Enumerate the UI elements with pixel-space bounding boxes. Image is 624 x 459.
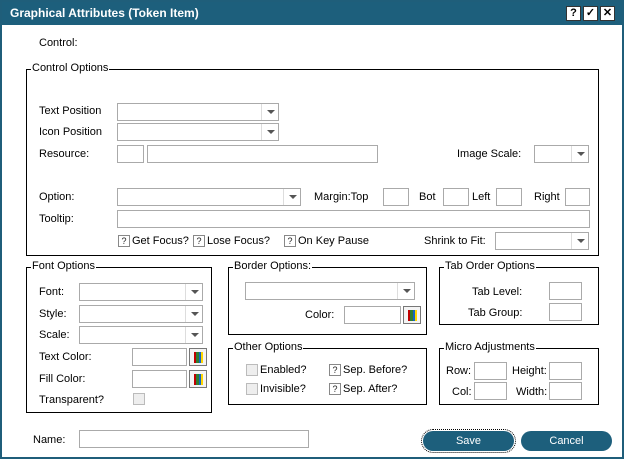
margin-right-label: Right <box>534 191 560 203</box>
enabled-label: Enabled? <box>260 364 307 376</box>
chevron-down-icon <box>267 110 275 114</box>
tooltip-label: Tooltip: <box>39 213 74 225</box>
border-color-picker-button[interactable] <box>403 306 421 324</box>
tab-group-field[interactable] <box>549 303 582 321</box>
height-label: Height: <box>512 365 547 377</box>
style-dropdown[interactable] <box>79 305 203 323</box>
tab-level-label: Tab Level: <box>472 286 523 298</box>
sep-before-label: Sep. Before? <box>343 364 408 376</box>
chevron-down-icon <box>267 130 275 134</box>
col-field[interactable] <box>474 382 507 400</box>
chevron-down-icon <box>577 152 585 156</box>
icon-position-dropdown[interactable] <box>117 123 279 141</box>
margin-right-field[interactable] <box>565 188 590 206</box>
color-palette-icon <box>194 374 203 385</box>
window-title: Graphical Attributes (Token Item) <box>10 6 199 20</box>
save-button[interactable]: Save <box>421 429 516 453</box>
invisible-label: Invisible? <box>260 383 306 395</box>
chevron-down-icon <box>403 289 411 293</box>
margin-left-field[interactable] <box>496 188 522 206</box>
text-position-dropdown[interactable] <box>117 103 279 121</box>
chevron-down-icon <box>191 290 199 294</box>
chevron-down-icon <box>191 333 199 337</box>
sep-after-checkbox[interactable]: ? <box>329 383 341 395</box>
text-color-label: Text Color: <box>39 351 92 363</box>
option-label: Option: <box>39 191 75 203</box>
tab-level-field[interactable] <box>549 282 582 300</box>
get-focus-label: Get Focus? <box>132 235 189 247</box>
font-label: Font: <box>39 286 65 298</box>
get-focus-checkbox[interactable]: ? <box>118 235 130 247</box>
margin-bot-label: Bot <box>419 191 436 203</box>
margin-top-label: Margin:Top <box>314 191 369 203</box>
text-color-picker-button[interactable] <box>189 348 207 366</box>
transparent-label: Transparent? <box>39 394 105 406</box>
shrink-to-fit-label: Shrink to Fit: <box>424 235 486 247</box>
color-palette-icon <box>408 310 417 321</box>
icon-position-label: Icon Position <box>39 126 102 138</box>
chevron-down-icon <box>577 239 585 243</box>
text-color-field[interactable] <box>132 348 187 366</box>
sep-before-checkbox[interactable]: ? <box>329 364 341 376</box>
on-key-pause-label: On Key Pause <box>298 235 369 247</box>
control-label: Control: <box>39 37 78 49</box>
close-icon[interactable]: ✕ <box>600 6 615 21</box>
lose-focus-checkbox[interactable]: ? <box>193 235 205 247</box>
margin-top-field[interactable] <box>383 188 409 206</box>
fill-color-field[interactable] <box>132 370 187 388</box>
border-color-label: Color: <box>305 309 335 321</box>
tab-order-title: Tab Order Options <box>444 260 536 272</box>
border-options-group: Border Options: <box>228 260 427 335</box>
other-options-group: Other Options <box>228 341 427 405</box>
shrink-to-fit-dropdown[interactable] <box>495 232 589 250</box>
color-palette-icon <box>194 352 203 363</box>
border-color-field[interactable] <box>344 306 401 324</box>
name-label: Name: <box>33 434 66 446</box>
style-label: Style: <box>39 308 67 320</box>
dialog-window: Graphical Attributes (Token Item) ? ✓ ✕ … <box>0 0 624 459</box>
micro-adjustments-title: Micro Adjustments <box>444 341 536 353</box>
lose-focus-label: Lose Focus? <box>207 235 270 247</box>
chevron-down-icon <box>191 312 199 316</box>
chevron-down-icon <box>289 195 297 199</box>
text-position-label: Text Position <box>39 105 102 117</box>
margin-bot-field[interactable] <box>443 188 469 206</box>
option-dropdown[interactable] <box>117 188 301 206</box>
transparent-checkbox[interactable] <box>133 393 145 405</box>
title-bar[interactable]: Graphical Attributes (Token Item) ? ✓ ✕ <box>2 2 622 25</box>
image-scale-label: Image Scale: <box>457 148 522 160</box>
resource-label: Resource: <box>39 148 90 160</box>
scale-label: Scale: <box>39 329 70 341</box>
row-label: Row: <box>446 365 472 377</box>
other-options-title: Other Options <box>233 341 304 353</box>
margin-left-label: Left <box>472 191 491 203</box>
resource-field[interactable] <box>147 145 378 163</box>
font-options-title: Font Options <box>31 260 96 272</box>
border-options-title: Border Options: <box>233 260 313 272</box>
col-label: Col: <box>452 386 472 398</box>
font-dropdown[interactable] <box>79 283 203 301</box>
invisible-checkbox[interactable] <box>246 383 258 395</box>
width-field[interactable] <box>549 382 582 400</box>
help-button[interactable]: ? <box>566 6 581 21</box>
border-style-dropdown[interactable] <box>245 282 415 300</box>
sep-after-label: Sep. After? <box>343 383 398 395</box>
width-label: Width: <box>516 386 548 398</box>
fill-color-label: Fill Color: <box>39 373 86 385</box>
control-options-title: Control Options <box>31 62 110 74</box>
fill-color-picker-button[interactable] <box>189 370 207 388</box>
name-field[interactable] <box>79 430 309 448</box>
enabled-checkbox[interactable] <box>246 364 258 376</box>
on-key-pause-checkbox[interactable]: ? <box>284 235 296 247</box>
height-field[interactable] <box>549 362 582 380</box>
resource-type-field[interactable] <box>117 145 144 163</box>
cancel-button[interactable]: Cancel <box>521 431 612 451</box>
tab-group-label: Tab Group: <box>468 307 523 319</box>
scale-dropdown[interactable] <box>79 326 203 344</box>
tooltip-field[interactable] <box>117 210 590 228</box>
row-field[interactable] <box>474 362 507 380</box>
ok-icon[interactable]: ✓ <box>583 6 598 21</box>
image-scale-dropdown[interactable] <box>534 145 589 163</box>
